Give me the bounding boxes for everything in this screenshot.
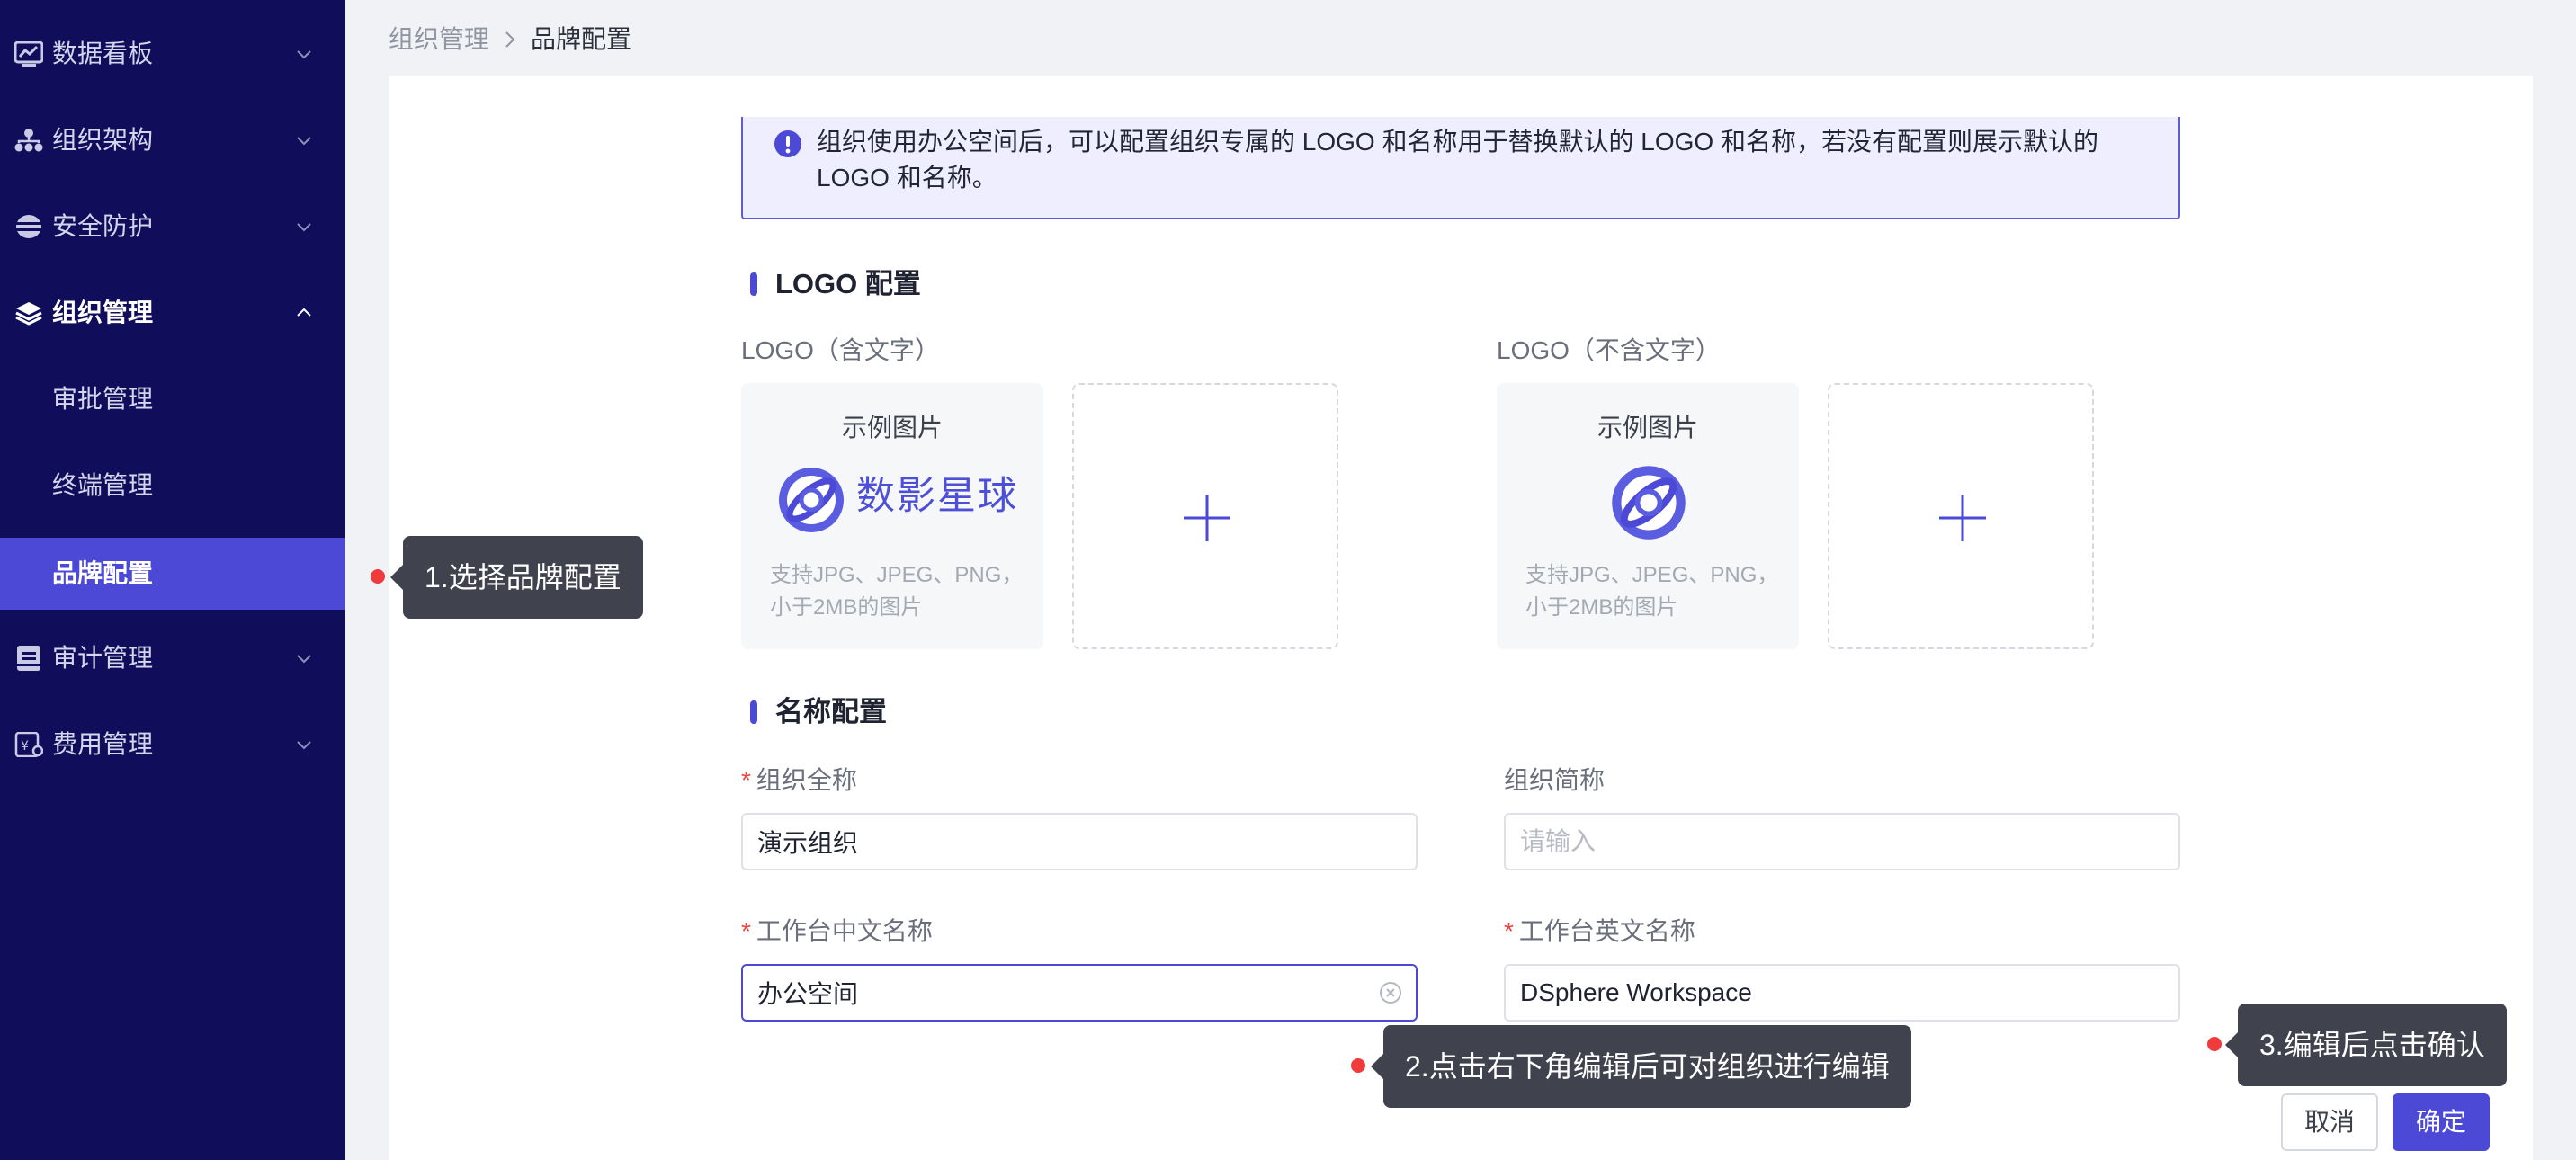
sidebar-item-org-management[interactable]: 组织管理 — [0, 277, 345, 349]
content-card — [389, 76, 2533, 1160]
required-mark: * — [741, 766, 751, 794]
confirm-button[interactable]: 确定 — [2393, 1093, 2490, 1151]
logo-section-title: LOGO 配置 — [775, 268, 921, 299]
brand-logo-icon — [1612, 466, 1686, 540]
upload-hint: 支持JPG、JPEG、PNG，小于2MB的图片 — [1525, 563, 1779, 620]
short-name-label: 组织简称 — [1504, 763, 1605, 799]
cn-name-label-text: 工作台中文名称 — [756, 917, 933, 945]
sidebar-item-label: 安全防护 — [52, 212, 154, 240]
chevron-down-icon — [297, 741, 311, 750]
sidebar-item-label: 审计管理 — [52, 644, 154, 672]
billing-icon: ¥ — [14, 732, 43, 757]
logo-without-text-sample: 示例图片 支持JPG、JPEG、PNG，小于2MB的图片 — [1497, 383, 1799, 649]
org-tree-icon — [14, 129, 43, 152]
sidebar-subitem-label: 品牌配置 — [52, 559, 154, 587]
sidebar-item-dashboard[interactable]: 数据看板 — [0, 18, 345, 90]
logo-without-text-label: LOGO（不含文字） — [1497, 336, 1721, 364]
brand-logo-icon — [779, 468, 844, 532]
step-marker-dot — [371, 569, 385, 584]
sidebar-item-label: 组织架构 — [52, 126, 154, 154]
required-mark: * — [1504, 917, 1514, 945]
required-mark: * — [741, 917, 751, 945]
name-section-title: 名称配置 — [775, 696, 887, 727]
plus-icon — [1939, 495, 1986, 541]
sample-title: 示例图片 — [841, 414, 943, 442]
chevron-down-icon — [297, 50, 311, 59]
sidebar-item-label: 数据看板 — [52, 40, 154, 67]
en-name-input[interactable] — [1504, 964, 2180, 1022]
upload-hint: 支持JPG、JPEG、PNG，小于2MB的图片 — [770, 563, 1024, 620]
sidebar-subitem-terminal[interactable]: 终端管理 — [0, 450, 345, 522]
sidebar-item-security[interactable]: 安全防护 — [0, 191, 345, 263]
sample-title: 示例图片 — [1597, 414, 1698, 442]
notice-text: 组织使用办公空间后，可以配置组织专属的 LOGO 和名称用于替换默认的 LOGO… — [817, 128, 2098, 192]
clear-input-icon[interactable] — [1379, 981, 1402, 1004]
step3-tooltip: 3.编辑后点击确认 — [2225, 1004, 2507, 1086]
sidebar: 数据看板 组织架构 安全防护 组织管理 审批管理 终端管理 品牌配置 审计管理 … — [0, 0, 345, 1160]
step-marker-dot — [2207, 1037, 2222, 1051]
en-name-label-text: 工作台英文名称 — [1518, 917, 1695, 945]
short-name-label-text: 组织简称 — [1504, 766, 1606, 794]
chevron-up-icon — [297, 308, 311, 317]
full-name-input[interactable] — [741, 813, 1418, 870]
logo-with-text-label: LOGO（含文字） — [741, 336, 940, 364]
sidebar-subitem-label: 审批管理 — [52, 385, 154, 413]
step1-tooltip: 1.选择品牌配置 — [390, 536, 643, 619]
breadcrumb-parent[interactable]: 组织管理 — [389, 22, 489, 58]
section-marker — [750, 272, 757, 296]
info-notice: 组织使用办公空间后，可以配置组织专属的 LOGO 和名称用于替换默认的 LOGO… — [741, 117, 2180, 219]
chevron-down-icon — [297, 655, 311, 664]
sidebar-subitem-approval[interactable]: 审批管理 — [0, 363, 345, 435]
info-icon — [774, 130, 801, 157]
logo-without-text-upload[interactable] — [1828, 383, 2094, 649]
sidebar-item-label: 组织管理 — [52, 299, 154, 326]
brand-wordmark: 数影星球 — [856, 475, 1018, 518]
logo-with-text-sample: 示例图片 数影星球 支持JPG、JPEG、PNG，小于2MB的图片 — [741, 383, 1043, 649]
chevron-down-icon — [297, 223, 311, 232]
shield-icon — [16, 215, 41, 238]
sidebar-item-org-structure[interactable]: 组织架构 — [0, 104, 345, 176]
cancel-button[interactable]: 取消 — [2281, 1093, 2378, 1151]
step2-tooltip: 2.点击右下角编辑后可对组织进行编辑 — [1371, 1025, 1911, 1108]
logo-with-text-upload[interactable] — [1072, 383, 1338, 649]
step-marker-dot — [1351, 1058, 1365, 1073]
cn-name-input[interactable] — [741, 964, 1418, 1022]
svg-text:¥: ¥ — [21, 739, 29, 754]
layers-icon — [15, 302, 42, 326]
audit-icon — [17, 646, 40, 671]
section-marker — [750, 700, 757, 724]
chevron-right-icon — [505, 31, 515, 48]
plus-icon — [1184, 495, 1230, 541]
en-name-label: * 工作台英文名称 — [1504, 914, 1695, 950]
chevron-down-icon — [297, 137, 311, 146]
short-name-input[interactable] — [1504, 813, 2180, 870]
sidebar-item-audit[interactable]: 审计管理 — [0, 622, 345, 694]
cn-name-label: * 工作台中文名称 — [741, 914, 933, 950]
full-name-label-text: 组织全称 — [756, 766, 857, 794]
sidebar-item-billing[interactable]: ¥ 费用管理 — [0, 709, 345, 781]
breadcrumb: 组织管理 品牌配置 — [389, 22, 631, 58]
breadcrumb-current: 品牌配置 — [531, 25, 632, 53]
full-name-label: * 组织全称 — [741, 763, 857, 799]
sidebar-subitem-brand-config[interactable]: 品牌配置 — [0, 538, 345, 610]
sidebar-item-label: 费用管理 — [52, 730, 154, 758]
sidebar-subitem-label: 终端管理 — [52, 471, 154, 499]
dashboard-icon — [14, 41, 43, 67]
